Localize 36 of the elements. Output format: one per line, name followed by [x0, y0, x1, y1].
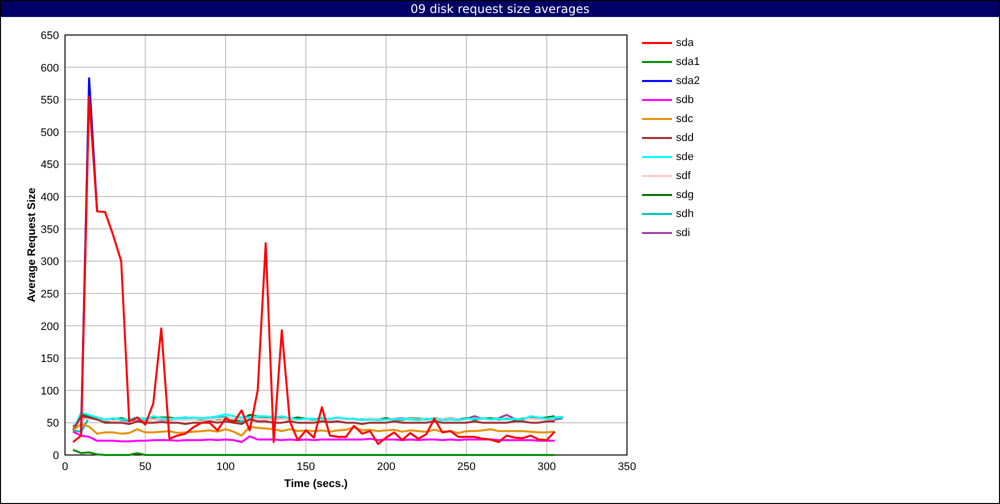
legend-label: sdf: [676, 170, 691, 182]
axis-tick-label: 550: [40, 94, 59, 107]
axis-tick-label: 300: [538, 461, 556, 473]
legend-label: sde: [676, 151, 694, 163]
axis-tick-label: 600: [40, 62, 59, 74]
axis-tick-label: 350: [618, 461, 636, 473]
axis-tick-label: 650: [40, 30, 59, 42]
legend-label: sda1: [676, 56, 700, 68]
axis-tick-label: 450: [40, 159, 59, 172]
axis-tick-label: 0: [52, 450, 59, 462]
axis-tick-label: 350: [40, 224, 59, 236]
legend-label: sdh: [676, 208, 694, 220]
axis-tick-label: 500: [40, 126, 59, 139]
axis-tick-label: 0: [62, 461, 68, 473]
axis-title: Time (secs.): [284, 478, 348, 490]
axis-tick-label: 400: [40, 192, 59, 204]
axis-tick-label: 150: [296, 461, 316, 473]
axis-tick-label: 50: [46, 418, 59, 430]
axis-tick-label: 200: [376, 461, 396, 473]
axis-tick-label: 100: [216, 461, 235, 473]
axis-tick-label: 200: [40, 320, 59, 333]
legend-label: sda2: [676, 75, 700, 87]
legend-label: sdc: [676, 113, 694, 125]
axis-tick-label: 150: [40, 353, 59, 366]
legend-label: sdg: [676, 189, 694, 201]
axis-tick-label: 250: [457, 461, 476, 473]
axis-tick-label: 250: [40, 288, 59, 300]
legend-label: sdi: [676, 227, 690, 239]
axis-tick-label: 100: [40, 385, 59, 398]
axis-title: Average Request Size: [26, 188, 38, 302]
axis-tick-label: 50: [139, 461, 152, 473]
chart-title: 09 disk request size averages: [410, 2, 590, 16]
axis-tick-label: 300: [40, 256, 59, 268]
legend-label: sdd: [676, 132, 694, 144]
legend-label: sdb: [676, 94, 694, 106]
legend-label: sda: [676, 37, 694, 49]
